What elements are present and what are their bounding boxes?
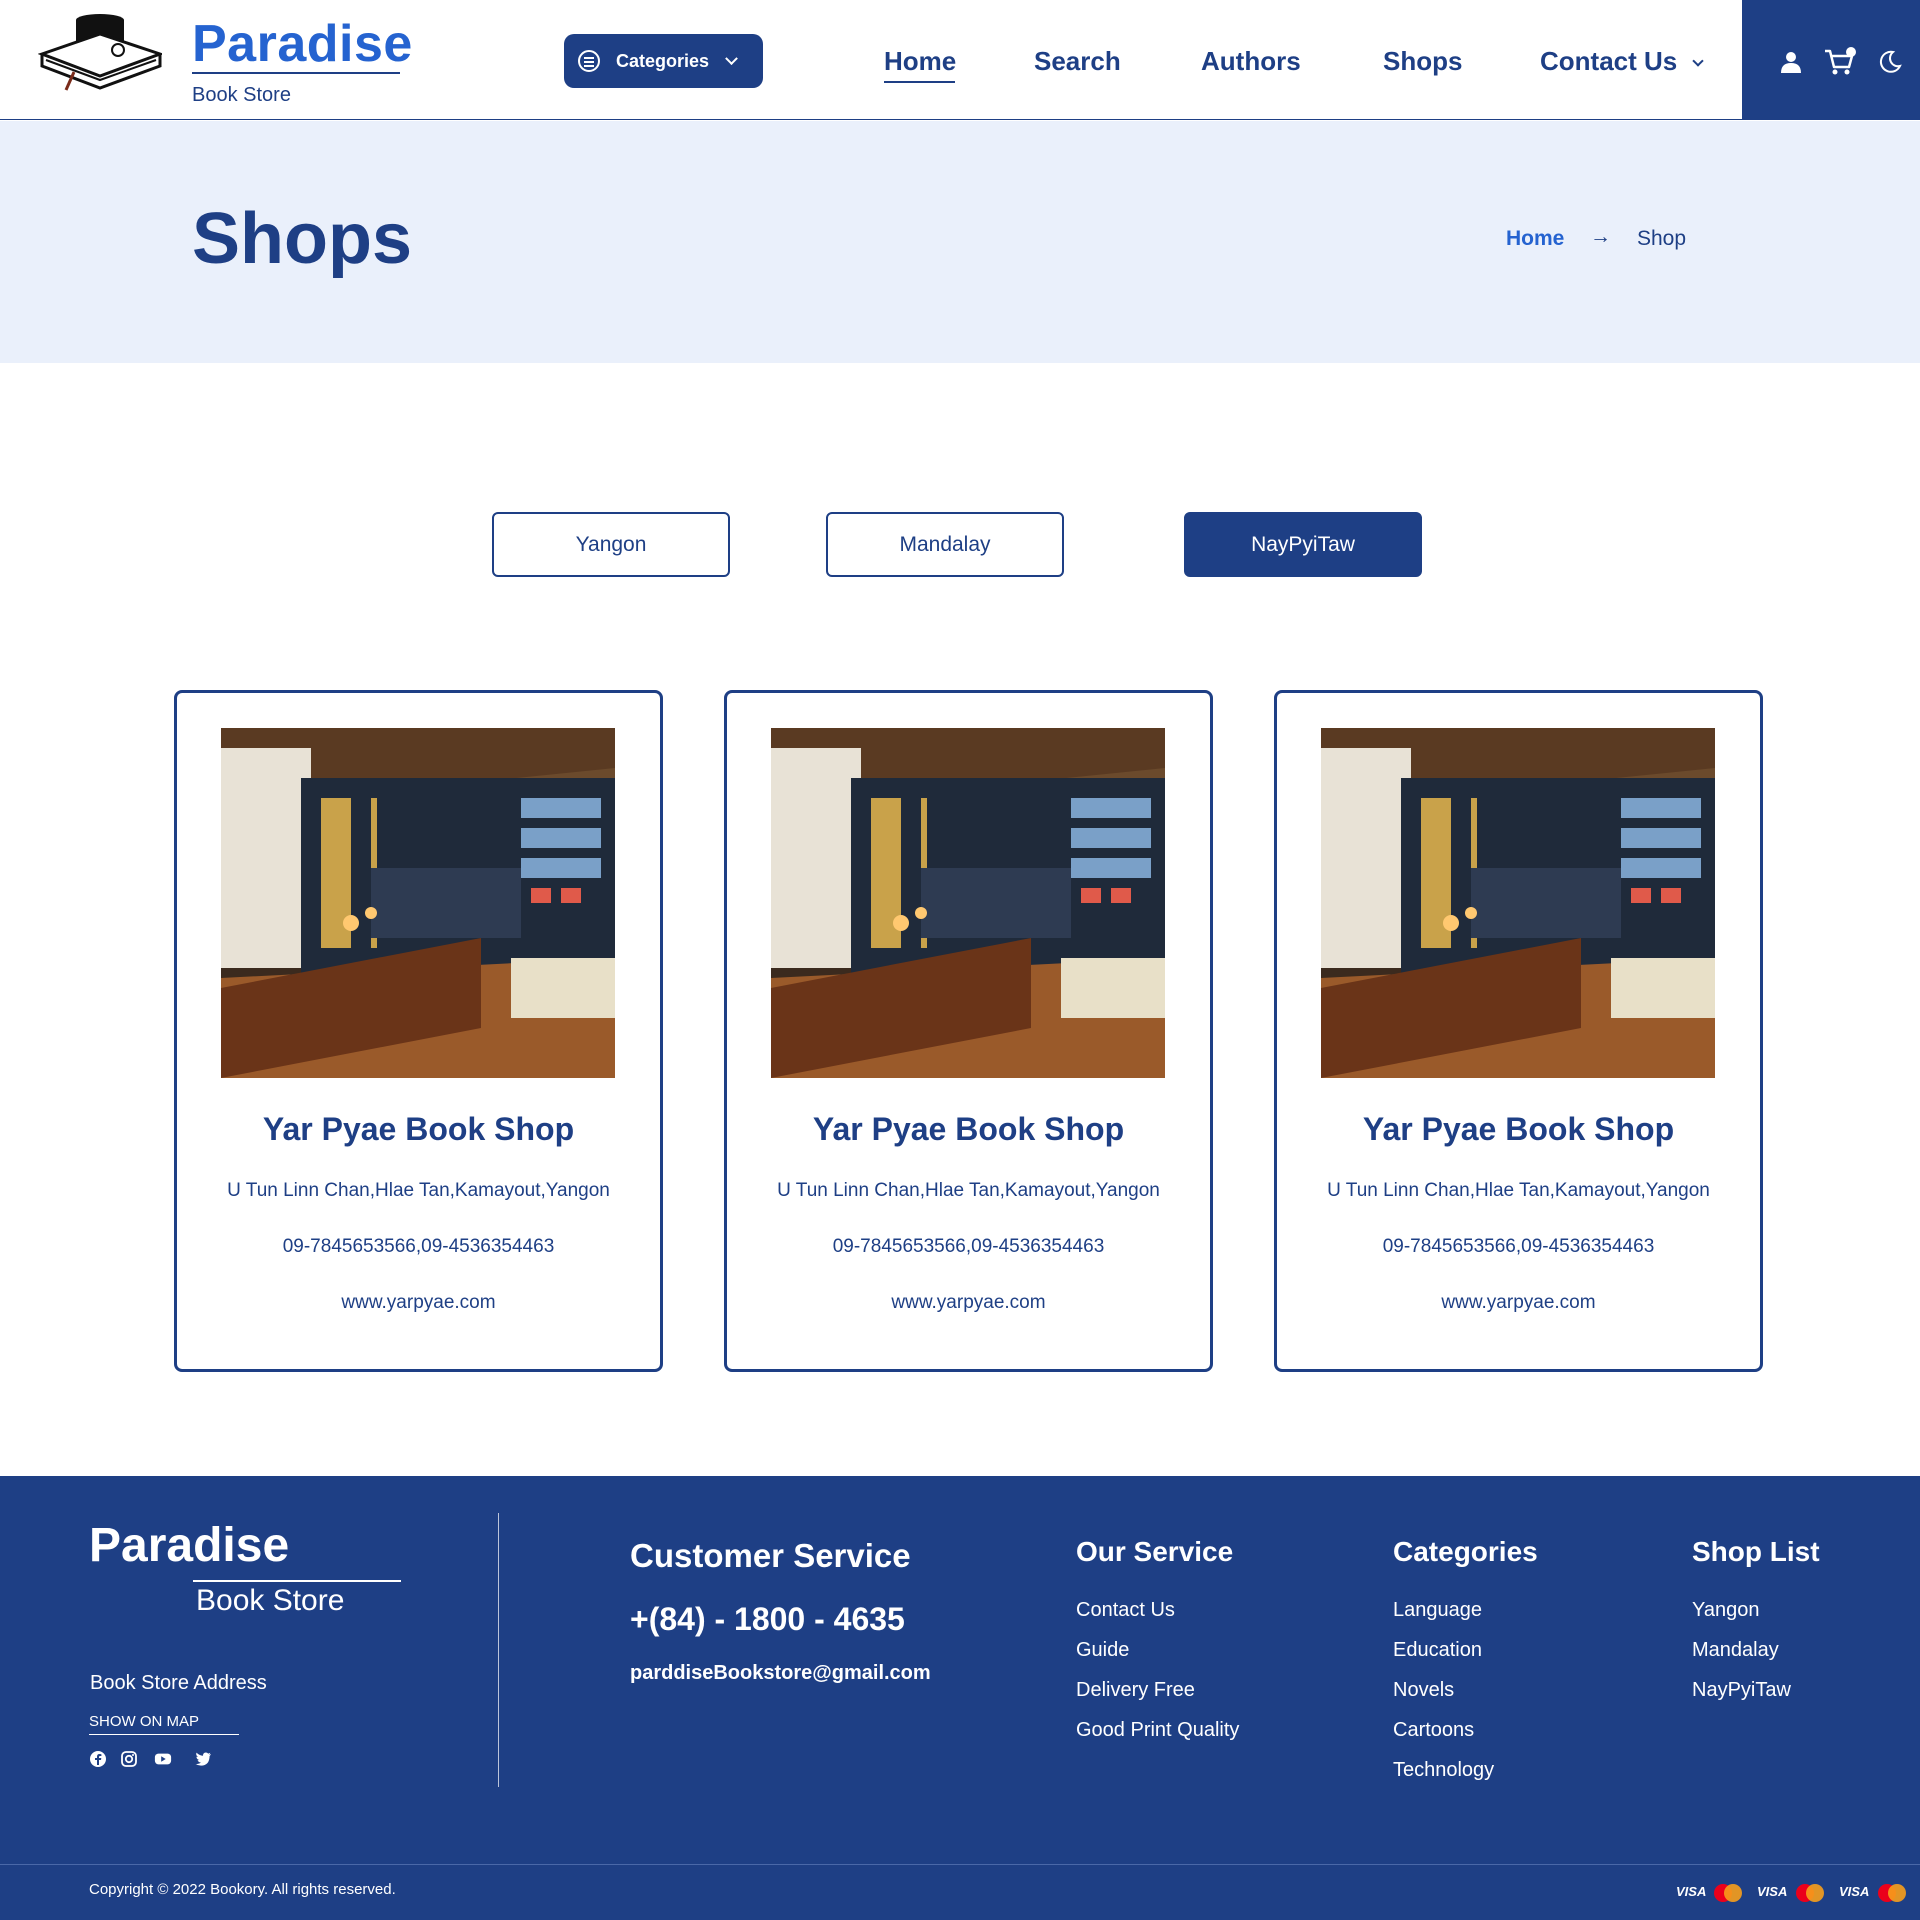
brand-name[interactable]: Paradise bbox=[192, 14, 413, 74]
nav-contact-us[interactable]: Contact Us bbox=[1540, 46, 1677, 77]
shop-name: Yar Pyae Book Shop bbox=[1362, 1111, 1675, 1147]
shop-card[interactable]: Yar Pyae Book Shop U Tun Linn Chan,Hlae … bbox=[1274, 690, 1763, 1372]
shop-address: U Tun Linn Chan,Hlae Tan,Kamayout,Yangon bbox=[1327, 1180, 1710, 1201]
shop-phone: 09-7845653566,09-4536354463 bbox=[282, 1236, 555, 1257]
visa-icon: VISA bbox=[1757, 1884, 1788, 1899]
twitter-icon[interactable] bbox=[194, 1750, 212, 1768]
shop-card[interactable]: Yar Pyae Book Shop U Tun Linn Chan,Hlae … bbox=[724, 690, 1213, 1372]
page-title: Shops bbox=[192, 199, 413, 279]
shop-list-title: Shop List bbox=[1692, 1536, 1820, 1567]
footer-link-yangon[interactable]: Yangon bbox=[1692, 1599, 1759, 1622]
footer-brand-underline bbox=[193, 1580, 401, 1582]
shop-photo[interactable] bbox=[771, 728, 1165, 1078]
tab-yangon[interactable]: Yangon bbox=[492, 512, 730, 577]
footer-link-language[interactable]: Language bbox=[1393, 1599, 1482, 1622]
breadcrumb-current: Shop bbox=[1637, 227, 1687, 250]
footer-address-label: Book Store Address bbox=[90, 1672, 267, 1694]
footer-link-delivery-free[interactable]: Delivery Free bbox=[1076, 1679, 1195, 1702]
shop-website-link[interactable]: www.yarpyae.com bbox=[1277, 1292, 1760, 1314]
brand-subtitle: Book Store bbox=[192, 84, 291, 106]
breadcrumb-arrow-icon: → bbox=[1590, 225, 1611, 248]
copyright-text: Copyright © 2022 Bookory. All rights res… bbox=[89, 1881, 396, 1898]
facebook-icon[interactable] bbox=[89, 1750, 107, 1768]
footer-brand-subtitle: Book Store bbox=[196, 1584, 345, 1617]
shop-name: Yar Pyae Book Shop bbox=[812, 1111, 1125, 1147]
shop-phone: 09-7845653566,09-4536354463 bbox=[832, 1236, 1105, 1257]
shop-card[interactable]: Yar Pyae Book Shop U Tun Linn Chan,Hlae … bbox=[174, 690, 663, 1372]
visa-icon: VISA bbox=[1839, 1884, 1870, 1899]
nav-home[interactable]: Home bbox=[884, 46, 956, 77]
tab-naypyitaw[interactable]: NayPyiTaw bbox=[1184, 512, 1422, 577]
footer-brand-name[interactable]: Paradise bbox=[89, 1518, 289, 1573]
moon-icon[interactable] bbox=[1878, 50, 1902, 74]
mastercard-icon bbox=[1796, 1884, 1824, 1902]
categories-label: Categories bbox=[616, 50, 710, 71]
cart-badge bbox=[1846, 47, 1856, 57]
instagram-icon[interactable] bbox=[120, 1750, 138, 1768]
footer-link-cartoons[interactable]: Cartoons bbox=[1393, 1719, 1474, 1742]
footer-bottom-divider bbox=[0, 1864, 1920, 1865]
footer-link-contact-us[interactable]: Contact Us bbox=[1076, 1599, 1175, 1622]
youtube-icon[interactable] bbox=[154, 1750, 172, 1768]
nav-shops[interactable]: Shops bbox=[1383, 46, 1462, 77]
mastercard-icon bbox=[1878, 1884, 1906, 1902]
footer-divider bbox=[498, 1513, 499, 1787]
nav-authors[interactable]: Authors bbox=[1201, 46, 1301, 77]
mastercard-icon bbox=[1714, 1884, 1742, 1902]
chevron-down-icon bbox=[725, 51, 738, 65]
nav-home-active-underline bbox=[884, 81, 955, 83]
list-icon bbox=[578, 50, 600, 72]
categories-title: Categories bbox=[1393, 1536, 1538, 1567]
shop-phone: 09-7845653566,09-4536354463 bbox=[1382, 1236, 1655, 1257]
tab-mandalay[interactable]: Mandalay bbox=[826, 512, 1064, 577]
footer-link-good-print-quality[interactable]: Good Print Quality bbox=[1076, 1719, 1239, 1742]
customer-service-title: Customer Service bbox=[630, 1537, 911, 1574]
nav-search[interactable]: Search bbox=[1034, 46, 1121, 77]
visa-icon: VISA bbox=[1676, 1884, 1707, 1899]
user-icon[interactable] bbox=[1779, 50, 1803, 74]
shop-name: Yar Pyae Book Shop bbox=[262, 1111, 575, 1147]
footer-link-guide[interactable]: Guide bbox=[1076, 1639, 1129, 1662]
shop-photo[interactable] bbox=[1321, 728, 1715, 1078]
footer-link-technology[interactable]: Technology bbox=[1393, 1759, 1494, 1782]
breadcrumb-home[interactable]: Home bbox=[1506, 227, 1564, 251]
brand-underline bbox=[192, 72, 400, 74]
book-logo-icon[interactable] bbox=[38, 10, 162, 96]
customer-service-email[interactable]: parddiseBookstore@gmail.com bbox=[630, 1662, 931, 1685]
shop-address: U Tun Linn Chan,Hlae Tan,Kamayout,Yangon bbox=[777, 1180, 1160, 1201]
shop-address: U Tun Linn Chan,Hlae Tan,Kamayout,Yangon bbox=[227, 1180, 610, 1201]
footer-link-novels[interactable]: Novels bbox=[1393, 1679, 1454, 1702]
footer-link-education[interactable]: Education bbox=[1393, 1639, 1482, 1662]
footer-link-naypyitaw[interactable]: NayPyiTaw bbox=[1692, 1679, 1791, 1702]
shop-website-link[interactable]: www.yarpyae.com bbox=[177, 1292, 660, 1314]
show-on-map-underline bbox=[89, 1734, 239, 1735]
shop-website-link[interactable]: www.yarpyae.com bbox=[727, 1292, 1210, 1314]
show-on-map-link[interactable]: SHOW ON MAP bbox=[89, 1713, 199, 1730]
customer-service-phone[interactable]: +(84) - 1800 - 4635 bbox=[630, 1601, 905, 1638]
footer-link-mandalay[interactable]: Mandalay bbox=[1692, 1639, 1779, 1662]
our-service-title: Our Service bbox=[1076, 1536, 1234, 1567]
shop-photo[interactable] bbox=[221, 728, 615, 1078]
categories-dropdown-button[interactable]: Categories bbox=[564, 34, 763, 88]
